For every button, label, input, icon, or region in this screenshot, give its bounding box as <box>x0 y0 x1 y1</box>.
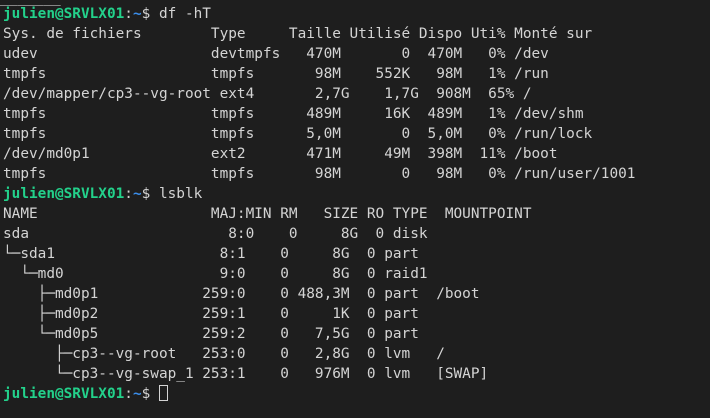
output-line: NAME MAJ:MIN RM SIZE RO TYPE MOUNTPOINT <box>3 206 532 222</box>
terminal-window[interactable]: _______ julien@SRVLX01:~$ df -hTSys. de … <box>0 0 710 418</box>
output-line: sda 8:0 0 8G 0 disk <box>3 226 428 242</box>
command-text: df -hT <box>158 6 211 22</box>
output-line: /dev/md0p1 ext2 471M 49M 398M 11% /boot <box>3 146 558 162</box>
prompt-separator: : <box>124 6 133 22</box>
output-line: tmpfs tmpfs 489M 16K 489M 1% /dev/shm <box>3 106 584 122</box>
prompt-path: ~ <box>132 386 142 402</box>
output-line: ├─cp3--vg-root 253:0 0 2,8G 0 lvm / <box>3 346 445 362</box>
prompt-symbol: $ <box>141 386 159 402</box>
prompt-user-host: julien@SRVLX01 <box>3 186 125 202</box>
prompt-separator: : <box>124 186 133 202</box>
output-line: └─sda1 8:1 0 8G 0 part <box>3 246 419 262</box>
prompt-line: julien@SRVLX01:~$ df -hT <box>3 4 710 24</box>
prompt-symbol: $ <box>141 186 159 202</box>
prompt-symbol: $ <box>141 6 159 22</box>
output-line: tmpfs tmpfs 98M 552K 98M 1% /run <box>3 66 549 82</box>
prompt-line[interactable]: julien@SRVLX01:~$ <box>3 384 710 404</box>
output-line: └─md0 9:0 0 8G 0 raid1 <box>3 266 428 282</box>
output-line: └─cp3--vg-swap_1 253:1 0 976M 0 lvm [SWA… <box>3 366 489 382</box>
output-line: /dev/mapper/cp3--vg-root ext4 2,7G 1,7G … <box>3 86 532 102</box>
terminal-output: julien@SRVLX01:~$ df -hT Sys. de fichiers… <box>3 4 710 404</box>
output-line: └─md0p5 259:2 0 7,5G 0 part <box>3 326 419 342</box>
command-text: lsblk <box>158 186 203 202</box>
text-cursor[interactable] <box>158 385 168 401</box>
prompt-path: ~ <box>132 186 142 202</box>
output-line: Sys. de fichiers Type Taille Utilisé Dis… <box>3 26 593 42</box>
output-line: ├─md0p2 259:1 0 1K 0 part <box>3 306 419 322</box>
output-line: udev devtmpfs 470M 0 470M 0% /dev <box>3 46 549 62</box>
prompt-user-host: julien@SRVLX01 <box>3 386 125 402</box>
output-line: ├─md0p1 259:0 0 488,3M 0 part /boot <box>3 286 480 302</box>
prompt-line: julien@SRVLX01:~$ lsblk <box>3 184 710 204</box>
output-line: tmpfs tmpfs 5,0M 0 5,0M 0% /run/lock <box>3 126 593 142</box>
prompt-separator: : <box>124 386 133 402</box>
prompt-path: ~ <box>132 6 142 22</box>
prompt-user-host: julien@SRVLX01 <box>3 6 125 22</box>
clipped-previous-line: _______ <box>0 0 61 8</box>
output-line: tmpfs tmpfs 98M 0 98M 0% /run/user/1001 <box>3 166 636 182</box>
